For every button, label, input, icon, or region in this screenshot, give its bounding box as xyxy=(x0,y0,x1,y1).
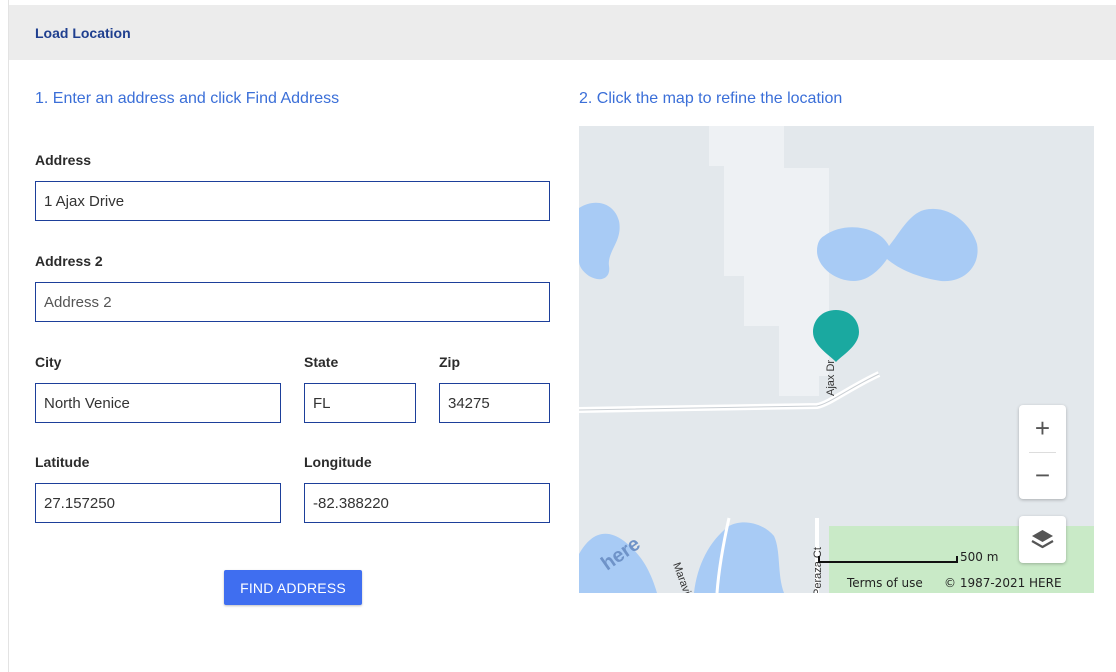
zip-input[interactable] xyxy=(439,383,550,423)
zoom-out-button[interactable]: − xyxy=(1019,452,1066,499)
address2-label: Address 2 xyxy=(35,253,103,269)
left-frame-border xyxy=(0,0,9,672)
city-input[interactable] xyxy=(35,383,281,423)
zoom-control: + − xyxy=(1019,405,1066,499)
state-label: State xyxy=(304,354,339,370)
state-input[interactable] xyxy=(304,383,416,423)
page-title: Load Location xyxy=(35,25,131,41)
zip-label: Zip xyxy=(439,354,460,370)
longitude-input[interactable] xyxy=(304,483,550,523)
street-label-peraza: Peraza Ct xyxy=(812,547,824,593)
layers-button[interactable] xyxy=(1019,516,1066,563)
map-copyright: © 1987-2021 HERE xyxy=(944,576,1062,590)
location-map[interactable]: Ajax Dr Maravi Peraza Ct here 500 m Term… xyxy=(579,126,1094,593)
terms-of-use-link[interactable]: Terms of use xyxy=(847,576,923,590)
map-canvas: Ajax Dr Maravi Peraza Ct here xyxy=(579,126,1094,593)
latitude-input[interactable] xyxy=(35,483,281,523)
address-label: Address xyxy=(35,152,92,168)
address-input[interactable] xyxy=(35,181,550,221)
step-2-title: 2. Click the map to refine the location xyxy=(579,90,843,107)
latitude-label: Latitude xyxy=(35,454,90,470)
zoom-in-button[interactable]: + xyxy=(1019,405,1066,452)
layers-icon xyxy=(1031,530,1054,549)
page-header: Load Location xyxy=(9,5,1116,60)
address2-input[interactable] xyxy=(35,282,550,322)
scale-label: 500 m xyxy=(960,550,999,564)
longitude-label: Longitude xyxy=(304,454,372,470)
city-label: City xyxy=(35,354,62,370)
step-1-title: 1. Enter an address and click Find Addre… xyxy=(35,90,340,107)
find-address-button[interactable]: FIND ADDRESS xyxy=(224,570,362,605)
street-label-ajax: Ajax Dr xyxy=(825,360,837,396)
